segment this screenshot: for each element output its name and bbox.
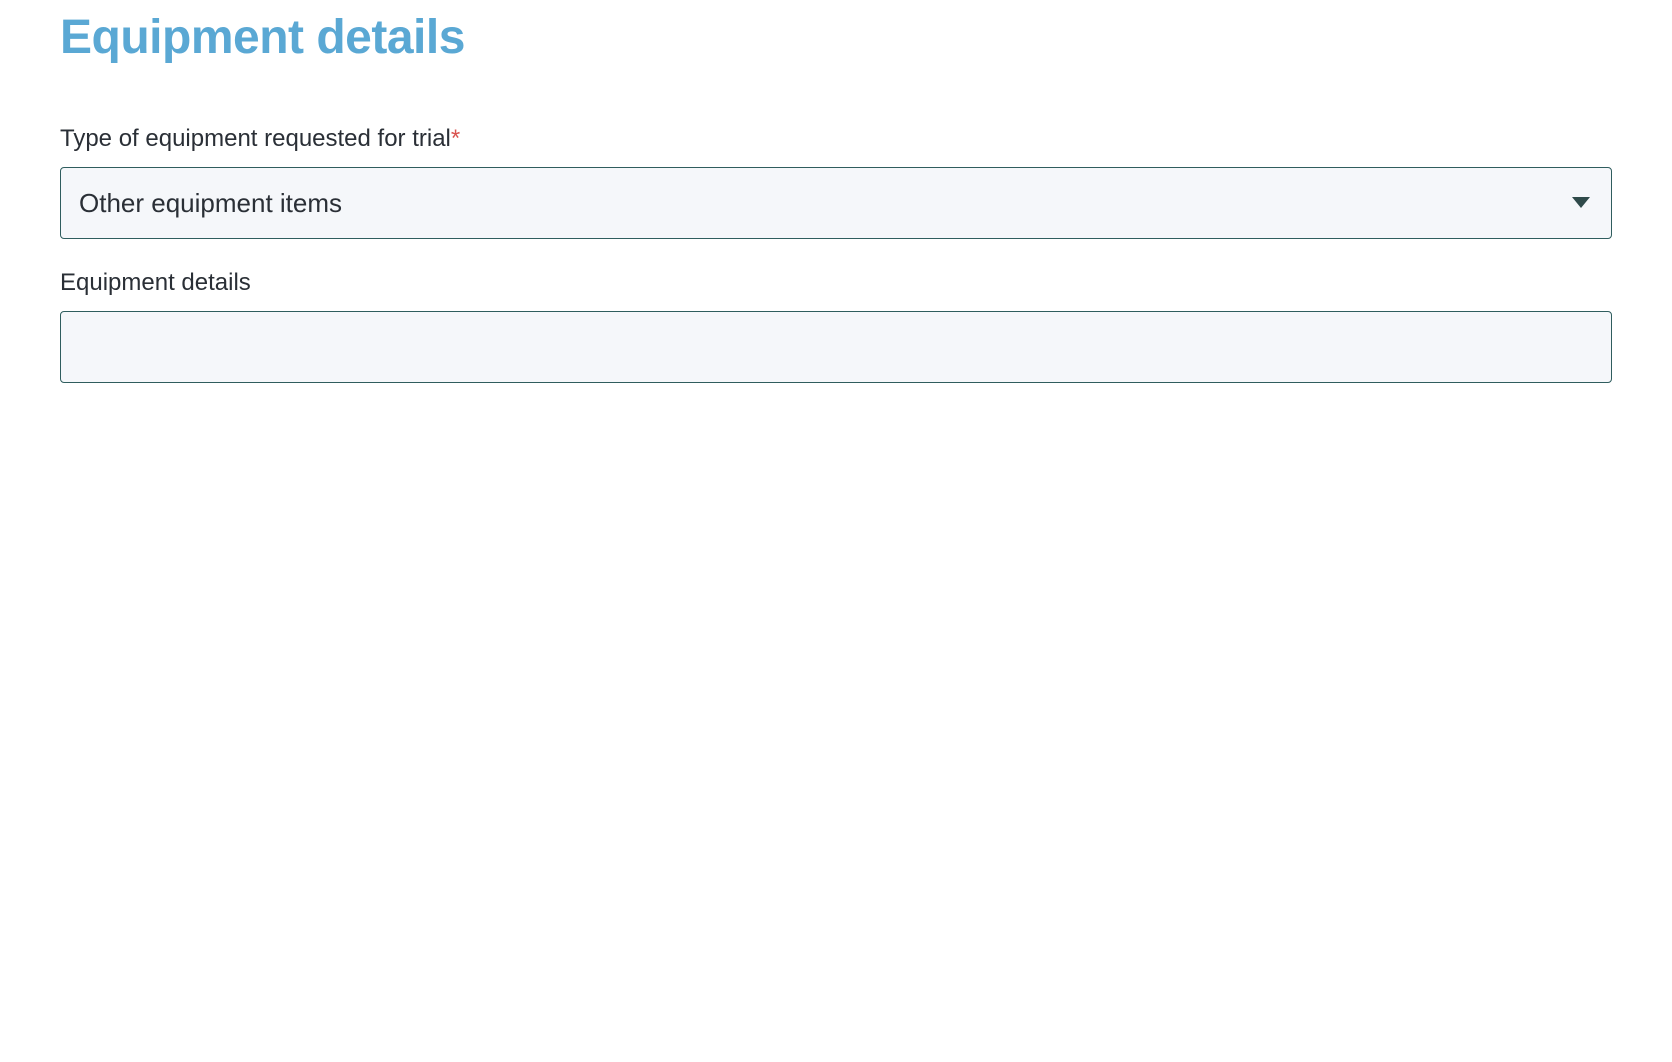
equipment-details-input[interactable]: [60, 311, 1612, 383]
equipment-type-group: Type of equipment requested for trial* O…: [60, 125, 1612, 239]
equipment-details-label: Equipment details: [60, 269, 1612, 297]
page-title: Equipment details: [60, 10, 1612, 65]
equipment-type-select-wrapper: Other equipment items: [60, 167, 1612, 239]
equipment-type-selected-value: Other equipment items: [79, 188, 342, 219]
equipment-type-label: Type of equipment requested for trial*: [60, 125, 1612, 153]
required-asterisk: *: [451, 125, 460, 152]
equipment-type-select[interactable]: Other equipment items: [60, 167, 1612, 239]
equipment-type-label-text: Type of equipment requested for trial: [60, 125, 451, 152]
equipment-details-group: Equipment details: [60, 269, 1612, 383]
